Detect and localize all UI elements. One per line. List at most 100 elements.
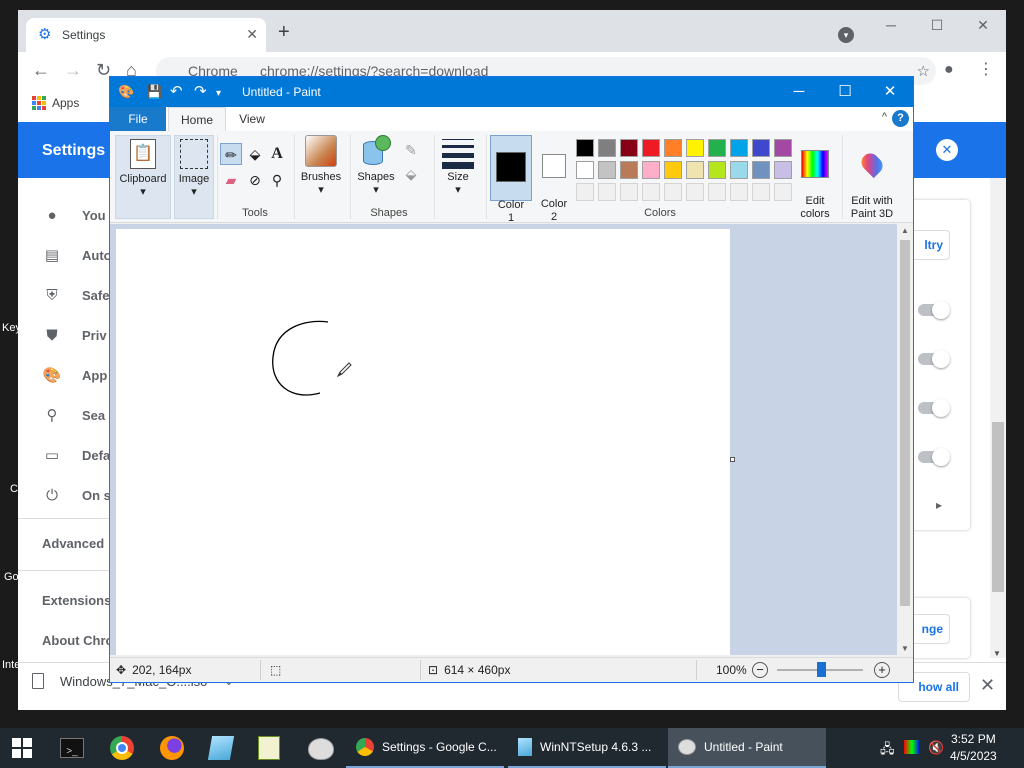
forward-button[interactable]: →: [64, 60, 82, 80]
pencil-icon[interactable]: ✏: [220, 143, 242, 165]
display-icon[interactable]: [904, 740, 920, 754]
scroll-down-arrow[interactable]: ▼: [993, 649, 1001, 658]
help-icon[interactable]: ?: [892, 110, 909, 127]
clipboard-button[interactable]: 📋 Clipboard ▾: [115, 135, 171, 219]
collapse-ribbon-icon[interactable]: ^: [882, 111, 887, 123]
zoom-out-button[interactable]: −: [752, 662, 768, 678]
palette-swatch[interactable]: [708, 161, 726, 179]
file-tab[interactable]: File: [110, 107, 166, 131]
palette-swatch[interactable]: [686, 139, 704, 157]
palette-swatch[interactable]: [664, 139, 682, 157]
palette-swatch[interactable]: [774, 183, 792, 201]
scroll-up-arrow[interactable]: ▲: [901, 226, 909, 235]
size-button[interactable]: Size ▾: [438, 135, 478, 205]
edit-with-paint3d-button[interactable]: Edit with Paint 3D: [846, 135, 898, 220]
settings-toggle[interactable]: [918, 448, 950, 466]
palette-swatch[interactable]: [774, 139, 792, 157]
palette-swatch[interactable]: [576, 161, 594, 179]
paint-icon[interactable]: [308, 738, 334, 760]
tab-view[interactable]: View: [228, 107, 276, 131]
volume-muted-icon[interactable]: 🔇: [928, 740, 944, 756]
maximize-button[interactable]: ☐: [822, 77, 868, 107]
palette-swatch[interactable]: [730, 139, 748, 157]
settings-toggle[interactable]: [918, 399, 950, 417]
settings-toggle[interactable]: [918, 301, 950, 319]
brushes-button[interactable]: Brushes ▾: [298, 135, 344, 205]
text-tool-icon[interactable]: A: [266, 143, 288, 165]
image-button[interactable]: Image ▾: [174, 135, 214, 219]
palette-swatch[interactable]: [598, 183, 616, 201]
palette-swatch[interactable]: [752, 139, 770, 157]
winntsetup-icon[interactable]: [207, 736, 235, 760]
network-icon[interactable]: 🖧: [880, 740, 895, 762]
color1-button[interactable]: Color 1: [490, 135, 532, 224]
magnifier-icon[interactable]: ⚲: [266, 169, 288, 191]
taskbar-task-paint[interactable]: Untitled - Paint: [668, 728, 826, 768]
outline-icon[interactable]: ✎: [400, 139, 422, 161]
minimize-button[interactable]: ─: [868, 17, 914, 33]
palette-swatch[interactable]: [576, 139, 594, 157]
menu-icon[interactable]: ⋮: [978, 60, 994, 80]
palette-swatch[interactable]: [642, 139, 660, 157]
scrollbar-thumb[interactable]: [900, 240, 910, 606]
zoom-slider-thumb[interactable]: [817, 662, 826, 677]
sidebar-extensions[interactable]: Extensions: [42, 593, 111, 608]
palette-swatch[interactable]: [620, 183, 638, 201]
scrollbar-thumb[interactable]: [992, 422, 1004, 592]
palette-swatch[interactable]: [620, 161, 638, 179]
palette-swatch[interactable]: [730, 183, 748, 201]
palette-swatch[interactable]: [598, 161, 616, 179]
windows-start-icon[interactable]: [12, 738, 32, 758]
close-button[interactable]: ✕: [960, 17, 1006, 34]
close-download-bar-icon[interactable]: ✕: [980, 675, 995, 696]
taskbar-task-chrome[interactable]: Settings - Google C...: [346, 728, 504, 768]
chevron-right-icon[interactable]: ▸: [936, 498, 942, 512]
save-icon[interactable]: 💾: [146, 84, 162, 100]
apps-shortcut[interactable]: Apps: [32, 96, 79, 110]
redo-icon[interactable]: ↷: [194, 84, 207, 100]
palette-swatch[interactable]: [686, 161, 704, 179]
page-scrollbar[interactable]: ▼: [990, 178, 1006, 658]
sidebar-advanced[interactable]: Advanced: [42, 536, 104, 551]
canvas-resize-handle[interactable]: [730, 457, 735, 462]
profile-icon[interactable]: ●: [944, 60, 954, 80]
fill-icon[interactable]: ⬙: [400, 163, 422, 185]
undo-icon[interactable]: ↶: [170, 84, 183, 100]
canvas-scrollbar[interactable]: ▲ ▼: [897, 224, 913, 655]
back-button[interactable]: ←: [32, 60, 50, 80]
firefox-icon[interactable]: [160, 736, 184, 760]
clear-search-icon[interactable]: ✕: [936, 139, 958, 161]
palette-swatch[interactable]: [664, 183, 682, 201]
palette-swatch[interactable]: [708, 139, 726, 157]
close-tab-icon[interactable]: ✕: [246, 26, 258, 43]
palette-swatch[interactable]: [752, 183, 770, 201]
customize-quick-access-icon[interactable]: ▾: [216, 86, 221, 102]
palette-swatch[interactable]: [620, 139, 638, 157]
terminal-icon[interactable]: >_: [60, 738, 84, 758]
close-button[interactable]: ✕: [867, 77, 913, 107]
palette-swatch[interactable]: [752, 161, 770, 179]
zoom-in-button[interactable]: +: [874, 662, 890, 678]
new-tab-button[interactable]: +: [278, 22, 290, 42]
fill-bucket-icon[interactable]: ⬙: [244, 143, 266, 165]
edit-colors-button[interactable]: Edit colors: [794, 135, 836, 220]
color-picker-icon[interactable]: ⊘: [244, 169, 266, 191]
taskbar-task-winntsetup[interactable]: WinNTSetup 4.6.3 ...: [508, 728, 666, 768]
palette-swatch[interactable]: [664, 161, 682, 179]
palette-swatch[interactable]: [576, 183, 594, 201]
bookmark-star-icon[interactable]: ☆: [917, 62, 930, 80]
notepad-icon[interactable]: [258, 736, 280, 760]
minimize-button[interactable]: ─: [776, 77, 822, 107]
tab-home[interactable]: Home: [168, 107, 226, 131]
eraser-icon[interactable]: ▰: [220, 169, 242, 191]
color2-button[interactable]: Color 2: [534, 135, 574, 223]
drawing-canvas[interactable]: [116, 229, 730, 655]
shapes-button[interactable]: Shapes ▾: [354, 135, 398, 205]
palette-swatch[interactable]: [642, 161, 660, 179]
tab-settings[interactable]: ⚙ Settings ✕: [26, 18, 266, 52]
settings-toggle[interactable]: [918, 350, 950, 368]
palette-swatch[interactable]: [686, 183, 704, 201]
palette-swatch[interactable]: [774, 161, 792, 179]
palette-swatch[interactable]: [598, 139, 616, 157]
palette-swatch[interactable]: [642, 183, 660, 201]
